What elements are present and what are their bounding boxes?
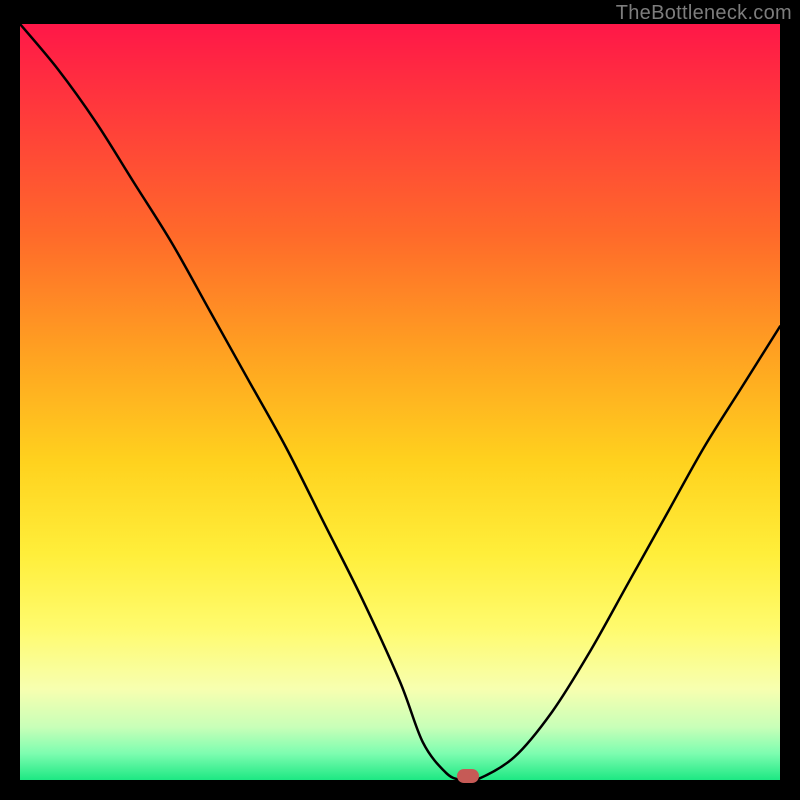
optimal-point-marker bbox=[457, 769, 479, 783]
bottleneck-curve bbox=[20, 24, 780, 780]
watermark-label: TheBottleneck.com bbox=[616, 2, 792, 25]
plot-area bbox=[20, 24, 780, 780]
chart-frame: TheBottleneck.com bbox=[0, 0, 800, 800]
